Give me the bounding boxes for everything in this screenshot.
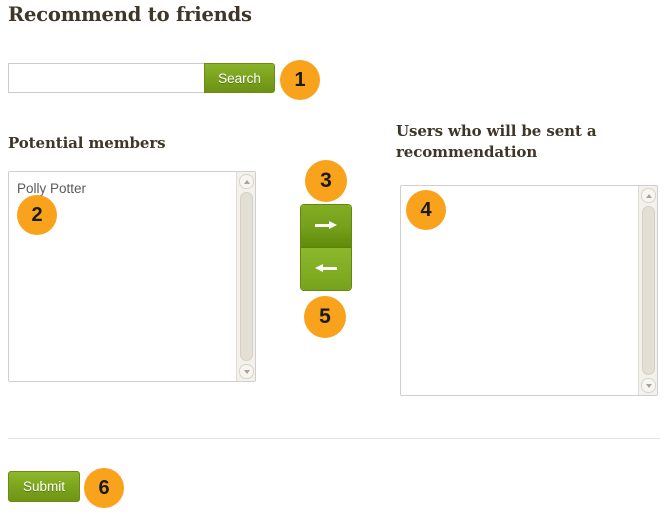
callout-badge-1: 1 [280,60,320,100]
arrow-right-icon [315,221,337,230]
scrollbar-thumb[interactable] [240,192,253,361]
page-title: Recommend to friends [8,3,252,26]
add-to-recipients-button[interactable] [301,205,351,248]
list-item[interactable]: Polly Potter [17,180,236,198]
scroll-up-icon[interactable] [641,188,656,203]
callout-badge-5: 5 [304,296,346,338]
callout-badge-2: 2 [17,195,57,235]
callout-badge-6: 6 [84,468,124,508]
callout-badge-4: 4 [406,190,446,230]
submit-button[interactable]: Submit [8,471,80,502]
potential-members-scrollbar[interactable] [236,172,255,381]
scroll-down-icon[interactable] [641,378,656,393]
transfer-buttons [300,204,352,291]
remove-from-recipients-button[interactable] [301,247,351,290]
callout-badge-3: 3 [305,160,347,202]
search-button[interactable]: Search [204,63,275,93]
potential-members-heading: Potential members [8,134,166,152]
search-input[interactable] [8,63,204,93]
scroll-up-icon[interactable] [239,174,254,189]
search-row: Search [8,63,275,93]
recipients-scrollbar[interactable] [638,186,657,395]
arrow-left-icon [315,264,337,273]
scroll-down-icon[interactable] [239,364,254,379]
recipients-heading: Users who will be sent a recommendation [396,122,597,161]
footer-divider [8,438,660,439]
scrollbar-thumb[interactable] [642,206,655,375]
